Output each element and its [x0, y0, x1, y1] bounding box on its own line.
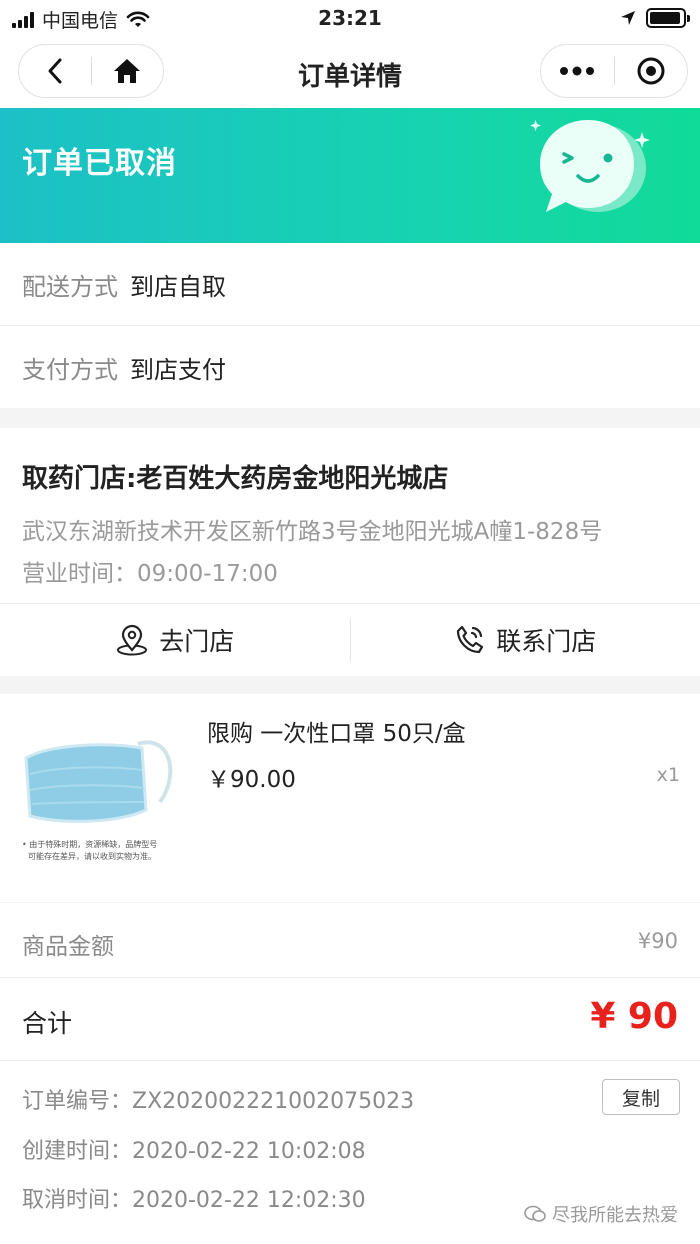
watermark: 尽我所能去热爱	[524, 1201, 678, 1227]
contact-store-button[interactable]: 联系门店	[351, 604, 700, 675]
store-address: 武汉东湖新技术开发区新竹路3号金地阳光城A幢1-828号	[22, 519, 603, 545]
store-actions: 去门店 联系门店	[0, 603, 700, 675]
store-hours: 营业时间：09:00-17:00	[22, 561, 278, 587]
battery-icon	[646, 8, 690, 28]
goods-amount-label: 商品金额	[22, 934, 114, 960]
target-close-icon	[637, 57, 665, 85]
order-status-title: 订单已取消	[22, 146, 177, 181]
delivery-method-value: 到店自取	[130, 272, 226, 301]
order-number: 订单编号：ZX20200222100207502​3	[22, 1089, 415, 1114]
payment-method-value: 到店支付	[130, 355, 226, 384]
goods-amount-value: ¥90	[637, 929, 678, 953]
nav-capsule-right	[540, 44, 688, 98]
product-image-note-1: • 由于特殊时期，资源稀缺，品牌型号	[22, 839, 157, 849]
payment-method-row: 支付方式 到店支付	[0, 326, 700, 408]
mask-product-image: • 由于特殊时期，资源稀缺，品牌型号 可能存在差异，请以收到实物为准。	[20, 714, 190, 874]
go-to-store-button[interactable]: 去门店	[0, 604, 350, 675]
product-item[interactable]: • 由于特殊时期，资源稀缺，品牌型号 可能存在差异，请以收到实物为准。 限购 一…	[0, 694, 700, 902]
location-arrow-icon	[621, 11, 635, 25]
more-dots-icon	[560, 66, 595, 76]
cancelled-time: 取消时间：2020-02-22 12:02:30	[22, 1188, 366, 1213]
location-pin-icon	[117, 624, 148, 655]
delivery-method-row: 配送方式 到店自取	[0, 243, 700, 325]
order-status-banner: 订单已取消	[0, 108, 700, 243]
payment-method-label: 支付方式	[22, 355, 118, 384]
total-value: ¥ 90	[590, 996, 678, 1037]
product-quantity: x1	[656, 764, 680, 786]
order-info: 订单编号：ZX20200222100207502​3 复制 创建时间：2020-…	[0, 1061, 700, 1244]
delivery-method-label: 配送方式	[22, 272, 118, 301]
product-title: 限购 一次性口罩 50只/盒	[207, 721, 466, 747]
status-bar: 中国电信 23:21	[0, 0, 700, 36]
pickup-store-card: 取药门店:老百姓大药房金地阳光城店 武汉东湖新技术开发区新竹路3号金地阳光城A幢…	[0, 428, 700, 676]
watermark-text: 尽我所能去热爱	[552, 1205, 678, 1226]
store-name: 取药门店:老百姓大药房金地阳光城店	[22, 464, 449, 494]
phone-call-icon	[457, 625, 484, 653]
copy-button[interactable]: 复制	[602, 1079, 680, 1115]
contact-store-label: 联系门店	[496, 626, 597, 656]
total-row: 合计 ¥ 90	[0, 978, 700, 1060]
wechat-watermark-icon	[524, 1205, 546, 1222]
status-time: 23:21	[318, 6, 382, 30]
created-time: 创建时间：2020-02-22 10:02:08	[22, 1139, 366, 1164]
nav-bar: 订单详情	[0, 36, 700, 108]
more-button[interactable]	[541, 45, 614, 97]
status-right	[620, 8, 690, 28]
close-miniprogram-button[interactable]	[615, 45, 688, 97]
product-image-note-2: 可能存在差异，请以收到实物为准。	[28, 851, 156, 861]
goods-amount-row: 商品金额 ¥90	[0, 903, 700, 977]
mascot-bubble-icon	[530, 120, 650, 212]
product-price: ￥90.00	[207, 767, 296, 793]
total-label: 合计	[22, 1009, 73, 1038]
go-to-store-label: 去门店	[159, 626, 235, 656]
